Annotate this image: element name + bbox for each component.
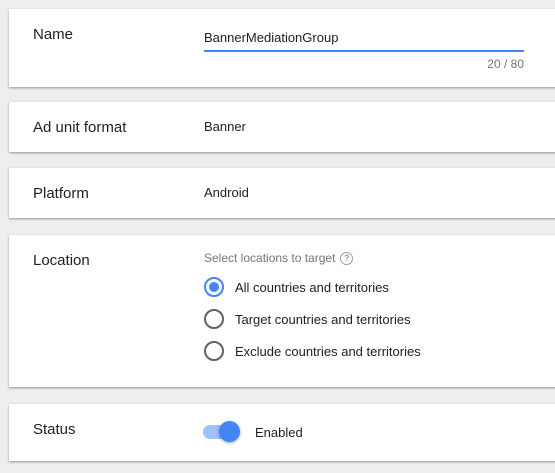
ad-unit-format-value: Banner xyxy=(204,119,246,134)
status-toggle-label: Enabled xyxy=(255,425,303,440)
name-label: Name xyxy=(33,26,74,43)
status-label: Status xyxy=(33,421,76,438)
location-hint: Select locations to target ? xyxy=(204,251,354,265)
radio-exclude-countries[interactable]: Exclude countries and territories xyxy=(204,341,421,361)
radio-all-countries[interactable]: All countries and territories xyxy=(204,277,389,297)
toggle-thumb[interactable] xyxy=(219,421,240,442)
name-field-container xyxy=(204,25,524,52)
help-circle-icon[interactable]: ? xyxy=(340,251,354,265)
platform-value: Android xyxy=(204,185,249,200)
ad-unit-format-card: Ad unit format Banner xyxy=(9,102,555,152)
radio-label-exclude-countries: Exclude countries and territories xyxy=(235,343,421,359)
name-card: Name 20 / 80 xyxy=(9,9,555,87)
radio-button[interactable] xyxy=(204,341,224,361)
location-card: Location Select locations to target ? Al… xyxy=(9,235,555,387)
char-counter: 20 / 80 xyxy=(487,57,524,71)
radio-button[interactable] xyxy=(204,309,224,329)
radio-label-all-countries: All countries and territories xyxy=(235,279,389,295)
platform-label: Platform xyxy=(33,185,89,202)
radio-target-countries[interactable]: Target countries and territories xyxy=(204,309,411,329)
platform-card: Platform Android xyxy=(9,168,555,218)
ad-unit-format-label: Ad unit format xyxy=(33,119,127,136)
name-input[interactable] xyxy=(204,25,524,49)
location-hint-text: Select locations to target xyxy=(204,251,336,265)
status-toggle[interactable] xyxy=(203,421,240,442)
location-label: Location xyxy=(33,252,90,269)
radio-label-target-countries: Target countries and territories xyxy=(235,311,411,327)
status-card: Status Enabled xyxy=(9,404,555,461)
radio-button-selected[interactable] xyxy=(204,277,224,297)
